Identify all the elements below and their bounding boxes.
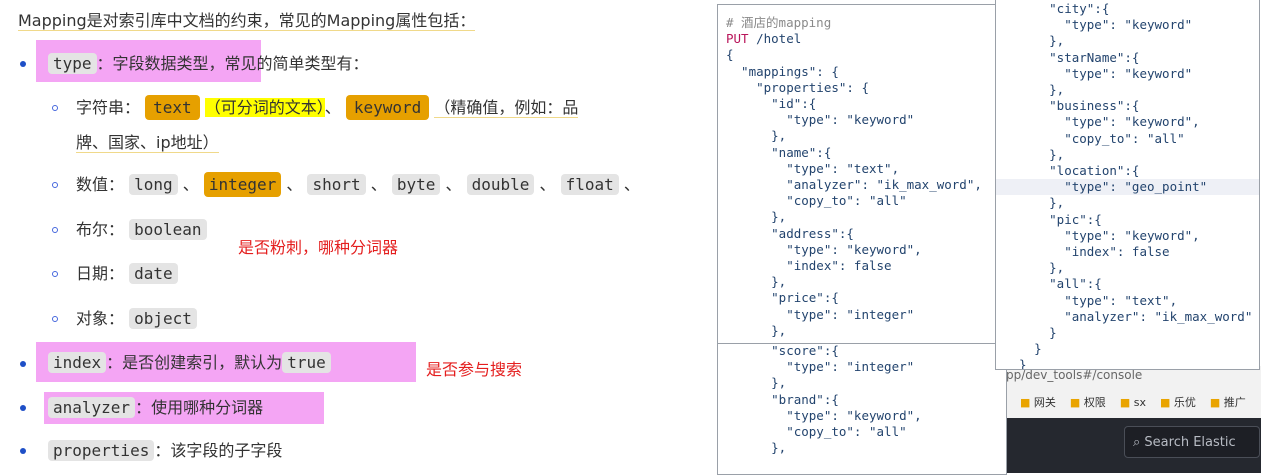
- browser-behind: pp/dev_tools#/console ■ 网关 ■ 权限 ■ sx ■ 乐…: [996, 366, 1261, 473]
- bookmark-5[interactable]: 推广: [1224, 396, 1246, 409]
- type-short: short: [307, 174, 366, 195]
- url-text: pp/dev_tools#/console: [1006, 368, 1143, 382]
- string-row: 字符串： text （可分词的文本）、 keyword （精确值，例如：品: [76, 95, 579, 120]
- sub-bullet: [52, 105, 58, 111]
- code-panel-top: # 酒店的mapping PUT /hotel { "mappings": { …: [717, 4, 997, 344]
- type-double: double: [466, 174, 535, 195]
- bool-row: 布尔： boolean: [76, 218, 207, 242]
- code-panel-right: "city":{ "type": "keyword" }, "starName"…: [995, 0, 1260, 370]
- bullet: [20, 405, 26, 411]
- code-right: "city":{ "type": "keyword" }, "starName"…: [1004, 1, 1253, 370]
- true-code: true: [282, 352, 331, 373]
- type-byte: byte: [391, 174, 441, 195]
- number-row: 数值： long 、 integer 、 short 、 byte 、 doub…: [76, 172, 640, 197]
- bullet: [20, 361, 26, 367]
- string-label: 字符串：: [76, 98, 141, 117]
- index-code: index: [48, 352, 107, 373]
- type-date: date: [129, 263, 178, 284]
- text-type-code: text: [145, 95, 200, 120]
- object-row: 对象： object: [76, 307, 197, 331]
- type-code: type: [48, 53, 97, 74]
- search-placeholder: Search Elastic: [1144, 435, 1236, 450]
- keyword-type-code: keyword: [345, 95, 430, 120]
- type-long: long: [129, 174, 178, 195]
- text-type-note: （可分词的文本）: [204, 98, 325, 117]
- keyword-type-note: （精确值，例如：品: [434, 98, 579, 118]
- string-row-cont: 牌、国家、ip地址）: [76, 133, 219, 153]
- bookmark-4[interactable]: 乐优: [1174, 396, 1196, 409]
- bullet: [20, 448, 26, 454]
- type-item-row: type ：字段数据类型，常见的简单类型有：: [48, 52, 369, 76]
- search-icon: ⌕: [1133, 435, 1141, 450]
- bookmark-1[interactable]: 网关: [1034, 396, 1056, 409]
- bookmark-2[interactable]: 权限: [1084, 396, 1106, 409]
- analyzer-item: analyzer ：使用哪种分词器: [48, 396, 263, 420]
- type-object: object: [129, 308, 197, 329]
- properties-code: properties: [48, 440, 155, 461]
- search-elastic-box[interactable]: ⌕ Search Elastic: [1124, 426, 1260, 458]
- number-label: 数值：: [76, 175, 125, 194]
- bullet: [20, 61, 26, 67]
- type-boolean: boolean: [129, 219, 207, 240]
- properties-item: properties ：该字段的子字段: [48, 439, 282, 463]
- bool-note: 是否粉刺，哪种分词器: [238, 238, 399, 257]
- sub-bullet: [52, 182, 58, 188]
- sub-bullet: [52, 227, 58, 233]
- type-float: float: [560, 174, 619, 195]
- code-panel-bottom: "score":{ "type": "integer" }, "brand":{…: [717, 340, 1007, 475]
- index-note: 是否参与搜索: [426, 360, 523, 379]
- analyzer-code: analyzer: [48, 397, 136, 418]
- sub-bullet: [52, 271, 58, 277]
- index-item: index ：是否创建索引，默认为 true: [48, 351, 331, 375]
- bookmarks-bar: ■ 网关 ■ 权限 ■ sx ■ 乐优 ■ 推广: [1020, 396, 1246, 409]
- sub-bullet: [52, 316, 58, 322]
- heading: Mapping是对索引库中文档的约束，常见的Mapping属性包括：: [18, 11, 476, 31]
- code-bottom: "score":{ "type": "integer" }, "brand":{…: [726, 343, 922, 456]
- type-integer: integer: [203, 172, 282, 197]
- bookmark-3[interactable]: sx: [1134, 396, 1146, 409]
- type-text: ：字段数据类型，常见的简单类型有：: [96, 54, 369, 73]
- code-top: # 酒店的mapping PUT /hotel { "mappings": { …: [726, 15, 982, 338]
- date-row: 日期： date: [76, 262, 178, 286]
